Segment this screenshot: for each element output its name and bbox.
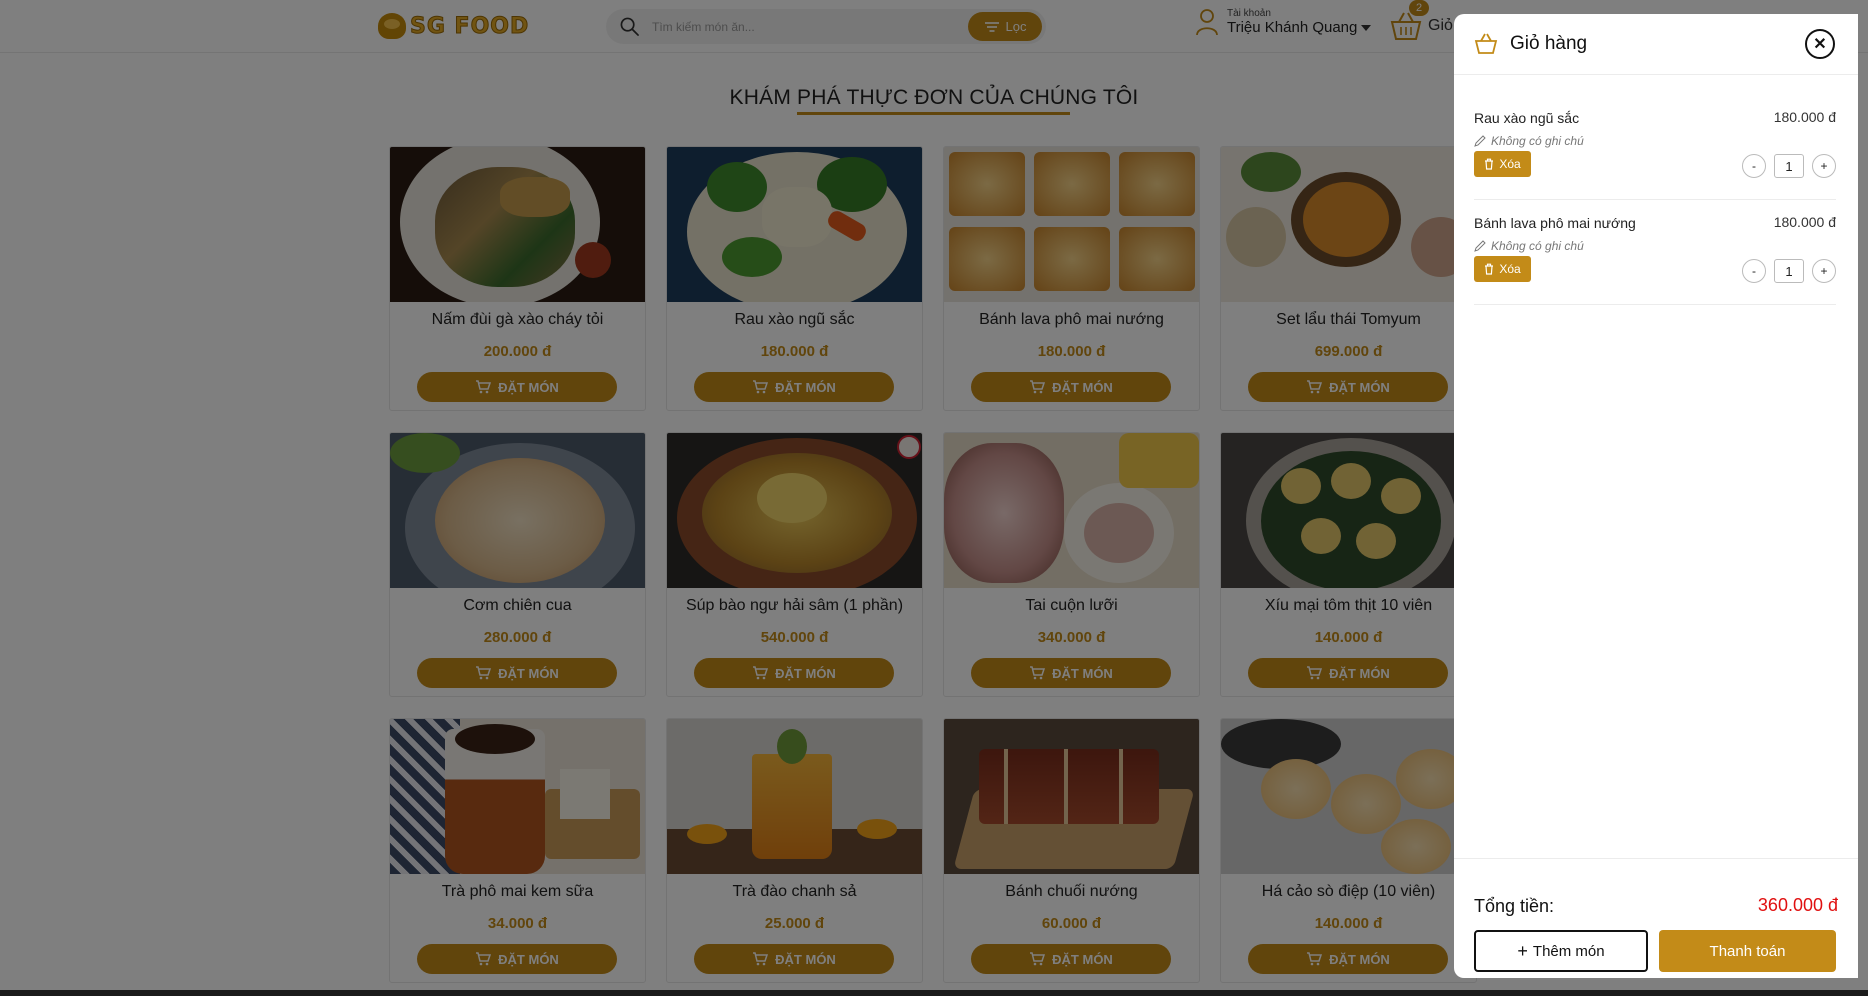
increase-button[interactable]: +	[1812, 259, 1836, 283]
total-value: 360.000 đ	[1757, 895, 1838, 915]
cart-item-name: Bánh lava phô mai nướng	[1474, 215, 1636, 231]
cart-item-name: Rau xào ngũ sắc	[1474, 110, 1580, 126]
total-label: Tổng tiền:	[1474, 896, 1555, 916]
increase-button[interactable]: +	[1812, 154, 1836, 178]
cart-panel-header: Giỏ hàng ✕	[1454, 14, 1858, 75]
cart-panel: Giỏ hàng ✕ Rau xào ngũ sắc 180.000 đ Khô…	[1454, 14, 1858, 978]
basket-icon	[1474, 33, 1498, 54]
quantity-stepper: - +	[1742, 259, 1836, 283]
cart-item-note[interactable]: Không có ghi chú	[1474, 239, 1584, 253]
delete-button[interactable]: Xóa	[1474, 151, 1531, 177]
delete-button[interactable]: Xóa	[1474, 256, 1531, 282]
note-text: Không có ghi chú	[1491, 239, 1584, 253]
cart-item: Bánh lava phô mai nướng 180.000 đ Không …	[1474, 201, 1836, 305]
pencil-icon	[1474, 240, 1486, 252]
add-more-button[interactable]: + Thêm món	[1474, 930, 1648, 972]
decrease-button[interactable]: -	[1742, 154, 1766, 178]
pencil-icon	[1474, 135, 1486, 147]
cart-title: Giỏ hàng	[1510, 33, 1588, 54]
quantity-input[interactable]	[1774, 154, 1804, 178]
taskbar-strip	[0, 990, 1868, 996]
close-icon: ✕	[1813, 36, 1827, 53]
note-text: Không có ghi chú	[1491, 134, 1584, 148]
close-button[interactable]: ✕	[1805, 29, 1835, 59]
quantity-input[interactable]	[1774, 259, 1804, 283]
trash-icon	[1485, 263, 1494, 275]
delete-label: Xóa	[1499, 157, 1521, 171]
delete-label: Xóa	[1499, 262, 1521, 276]
plus-icon: +	[1517, 941, 1528, 961]
quantity-stepper: - +	[1742, 154, 1836, 178]
decrease-button[interactable]: -	[1742, 259, 1766, 283]
cart-item-note[interactable]: Không có ghi chú	[1474, 134, 1584, 148]
add-more-label: Thêm món	[1532, 942, 1605, 960]
cart-item-price: 180.000 đ	[1773, 109, 1836, 125]
cart-item-price: 180.000 đ	[1773, 214, 1836, 230]
cart-item: Rau xào ngũ sắc 180.000 đ Không có ghi c…	[1474, 96, 1836, 200]
trash-icon	[1485, 158, 1494, 170]
cart-footer: Tổng tiền: 360.000 đ + Thêm món Thanh to…	[1454, 858, 1858, 978]
checkout-button[interactable]: Thanh toán	[1659, 930, 1836, 972]
